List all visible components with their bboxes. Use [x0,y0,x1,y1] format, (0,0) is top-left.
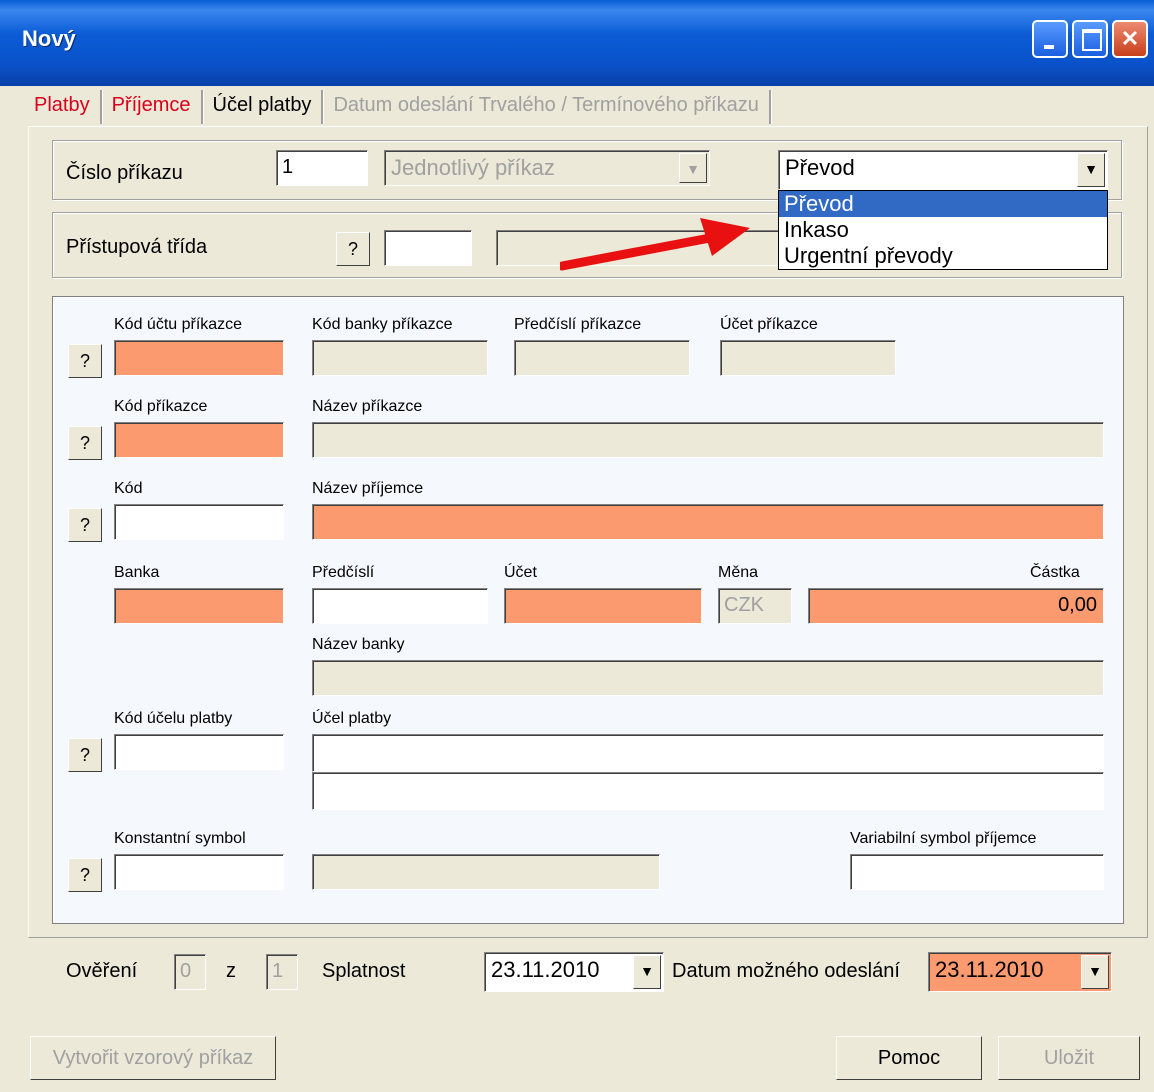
pomoc-button[interactable]: Pomoc [836,1036,982,1080]
konstantni-symbol-name [312,854,660,890]
datum-odeslani-date-picker[interactable]: 23.11.2010 ▼ [928,952,1112,992]
splatnost-date-picker[interactable]: 23.11.2010 ▼ [484,952,664,992]
ucel-platby-line2[interactable] [312,772,1104,810]
nazev-prijemce-label: Název příjemce [312,480,424,497]
konstantni-symbol-label: Konstantní symbol [114,830,246,847]
ucet-label: Účet [504,564,537,581]
option-urgentni-prevody[interactable]: Urgentní převody [779,243,1107,269]
ucet-prikazce-label: Účet příkazce [720,316,818,333]
kod-lookup-button[interactable]: ? [68,508,102,542]
splatnost-value: 23.11.2010 [491,957,600,982]
option-inkaso[interactable]: Inkaso [779,217,1107,243]
kod-uctu-lookup-button[interactable]: ? [68,344,102,378]
overeni-label: Ověření [66,960,138,982]
title-bar[interactable]: Nový ✕ [0,0,1154,86]
mena-label: Měna [718,564,759,581]
minimize-button[interactable] [1032,20,1068,58]
nazev-prikazce-field [312,422,1104,458]
close-button[interactable]: ✕ [1112,20,1148,58]
z-label: z [226,960,236,982]
transfer-type-combo[interactable]: Převod ▼ [778,150,1108,190]
ucet-prikazce-field [720,340,896,376]
tab-ucel-platby[interactable]: Účel platby [203,90,324,124]
maximize-button[interactable] [1072,20,1108,58]
ucel-platby-line1[interactable] [312,734,1104,772]
predcisli-prikazce-field [514,340,690,376]
minimize-icon [1044,45,1054,49]
pristupova-trida-field[interactable] [384,230,472,266]
option-prevod[interactable]: Převod [779,191,1107,217]
tab-datum-odeslani[interactable]: Datum odeslání Trvalého / Termínového př… [323,90,771,124]
kod-uctu-prikazce-field[interactable] [114,340,284,376]
annotation-arrow-icon [560,218,750,271]
kod-label: Kód [114,480,143,497]
variabilni-symbol-label: Variabilní symbol příjemce [850,830,1037,847]
chevron-down-icon[interactable]: ▼ [1081,955,1109,989]
cislo-prikazu-field[interactable]: 1 [276,150,368,186]
datum-odeslani-value: 23.11.2010 [935,957,1044,982]
nazev-banky-field [312,660,1104,696]
order-type-combo[interactable]: Jednotlivý příkaz ▼ [384,150,710,186]
banka-label: Banka [114,564,160,581]
chevron-down-icon[interactable]: ▼ [1077,153,1105,187]
predcisli-label: Předčíslí [312,564,375,581]
transfer-type-dropdown: Převod Inkaso Urgentní převody [778,190,1108,270]
kod-prikazce-field[interactable] [114,422,284,458]
kod-ucelu-lookup-button[interactable]: ? [68,738,102,772]
kod-field[interactable] [114,504,284,540]
overeni-field: 0 [174,954,206,990]
variabilni-symbol-field[interactable] [850,854,1104,890]
nazev-banky-label: Název banky [312,636,405,653]
chevron-down-icon[interactable]: ▼ [633,955,661,989]
mena-field: CZK [718,588,792,624]
pristupova-trida-label: Přístupová třída [66,236,208,258]
ucet-field[interactable] [504,588,702,624]
predcisli-prikazce-label: Předčíslí příkazce [514,316,642,333]
tab-strip: Platby Příjemce Účel platby Datum odeslá… [24,90,771,124]
kod-prikazce-label: Kód příkazce [114,398,208,415]
kod-uctu-prikazce-label: Kód účtu příkazce [114,316,243,333]
maximize-icon [1082,29,1102,51]
transfer-type-value: Převod [785,155,855,180]
cislo-prikazu-label: Číslo příkazu [66,162,183,184]
ucel-platby-label: Účel platby [312,710,392,727]
konstantni-symbol-lookup-button[interactable]: ? [68,858,102,892]
konstantni-symbol-field[interactable] [114,854,284,890]
predcisli-field[interactable] [312,588,488,624]
banka-field[interactable] [114,588,284,624]
dialog-window: Nový ✕ Platby Příjemce Účel platby Datum… [0,0,1154,1092]
ulozit-button[interactable]: Uložit [998,1036,1140,1080]
tab-platby[interactable]: Platby [24,90,102,124]
datum-moznego-odeslani-label: Datum možného odeslání [672,960,900,982]
nazev-prijemce-field[interactable] [312,504,1104,540]
vytvorit-vzorovy-prikaz-button[interactable]: Vytvořit vzorový příkaz [30,1036,276,1080]
kod-ucelu-platby-field[interactable] [114,734,284,770]
kod-banky-prikazce-label: Kód banky příkazce [312,316,453,333]
kod-ucelu-platby-label: Kód účelu platby [114,710,233,727]
order-type-value: Jednotlivý příkaz [391,155,555,180]
tab-prijemce[interactable]: Příjemce [102,90,203,124]
nazev-prikazce-label: Název příkazce [312,398,423,415]
close-icon: ✕ [1120,26,1140,51]
kod-prikazce-lookup-button[interactable]: ? [68,426,102,460]
kod-banky-prikazce-field [312,340,488,376]
window-title: Nový [22,26,76,51]
pristupova-lookup-button[interactable]: ? [336,232,370,266]
splatnost-label: Splatnost [322,960,406,982]
z-field: 1 [266,954,298,990]
chevron-down-icon: ▼ [679,153,707,183]
castka-label: Částka [1030,564,1080,581]
castka-field[interactable]: 0,00 [808,588,1104,624]
